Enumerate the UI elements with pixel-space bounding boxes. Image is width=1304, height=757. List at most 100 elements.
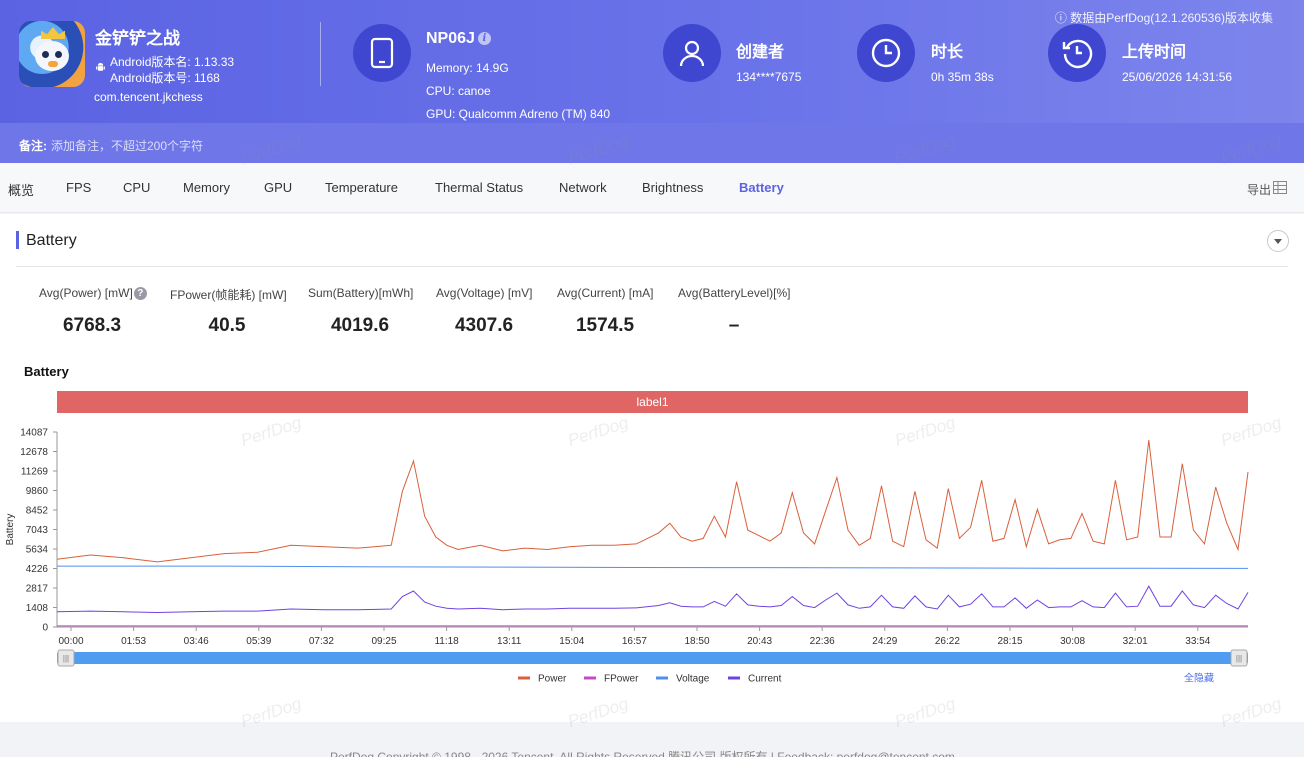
stat-label-sum-battery: Sum(Battery)[mWh]: [308, 286, 414, 300]
game-app-icon: [19, 21, 85, 87]
x-tick-label: 30:08: [1060, 636, 1085, 647]
creator-value: 134****7675: [736, 70, 802, 84]
tab-fps[interactable]: FPS: [66, 180, 91, 195]
x-tick-label: 26:22: [935, 636, 960, 647]
x-tick-label: 22:36: [810, 636, 835, 647]
report-header: 金铲铲之战 Android版本名: 1.13.33 Android版本号: 11…: [0, 0, 1304, 123]
info-circle-icon: ⓘ: [1054, 11, 1071, 25]
x-tick-label: 24:29: [872, 636, 897, 647]
x-tick-label: 03:46: [184, 636, 209, 647]
y-tick-label: 9860: [26, 486, 49, 497]
header-divider: [320, 22, 321, 86]
android-version-code: Android版本号: 1168: [110, 71, 220, 85]
y-tick-label: 0: [42, 623, 48, 634]
legend-item-current[interactable]: Current: [748, 674, 782, 685]
duration-value: 0h 35m 38s: [931, 70, 994, 84]
tab-brightness[interactable]: Brightness: [642, 180, 703, 195]
section-divider: [16, 266, 1288, 267]
stat-value-sum-battery: 4019.6: [330, 315, 390, 336]
section-accent: [16, 231, 19, 249]
y-tick-label: 2817: [26, 584, 49, 595]
y-tick-label: 12678: [20, 447, 48, 458]
series-line-voltage: [57, 565, 1249, 569]
tab-overview[interactable]: 概览: [8, 180, 34, 199]
footer: PerfDog Copyright © 1998 - 2026 Tencent.…: [0, 722, 1304, 757]
y-tick-label: 5634: [26, 545, 49, 556]
series-line-current: [56, 585, 1249, 614]
stat-label-avg-voltage: Avg(Voltage) [mV]: [436, 286, 533, 300]
x-tick-label: 33:54: [1185, 636, 1210, 647]
tab-battery[interactable]: Battery: [739, 180, 784, 195]
legend-item-power[interactable]: Power: [538, 674, 567, 685]
device-name: NP06J: [426, 30, 475, 47]
duration-title: 时长: [931, 44, 964, 61]
stat-label-avg-current: Avg(Current) [mA]: [557, 286, 654, 300]
x-tick-label: 16:57: [622, 636, 647, 647]
phone-icon: [353, 24, 411, 82]
x-tick-label: 09:25: [371, 636, 396, 647]
x-tick-label: 00:00: [58, 636, 83, 647]
game-name: 金铲铲之战: [95, 29, 180, 48]
x-tick-label: 28:15: [997, 636, 1022, 647]
hide-all-button[interactable]: 全隐藏: [1184, 672, 1214, 685]
x-tick-label: 05:39: [246, 636, 271, 647]
chart-title: Battery: [24, 364, 69, 379]
battery-panel: Battery Avg(Power) [mW]? FPower(帧能耗) [mW…: [0, 214, 1304, 722]
stat-value-avg-power: 6768.3: [62, 315, 122, 336]
x-tick-label: 13:11: [497, 636, 522, 647]
x-tick-label: 01:53: [121, 636, 146, 647]
tab-memory[interactable]: Memory: [183, 180, 230, 195]
x-tick-label: 32:01: [1123, 636, 1148, 647]
upload-title: 上传时间: [1122, 44, 1187, 61]
creator-title: 创建者: [736, 44, 785, 61]
legend-item-voltage[interactable]: Voltage: [676, 674, 710, 685]
device-gpu: GPU: Qualcomm Adreno (TM) 840: [426, 107, 611, 121]
tab-temperature[interactable]: Temperature: [325, 180, 398, 195]
tab-cpu[interactable]: CPU: [123, 180, 150, 195]
y-tick-label: 11269: [21, 467, 49, 478]
clock-icon: [857, 24, 915, 82]
y-tick-label: 4226: [26, 564, 49, 575]
y-tick-label: 7043: [26, 525, 49, 536]
source-note: ⓘ 数据由PerfDog(12.1.260536)版本收集: [1054, 11, 1273, 25]
label-bar[interactable]: label1: [57, 391, 1248, 413]
x-tick-label: 18:50: [684, 636, 709, 647]
package-name: com.tencent.jkchess: [94, 90, 203, 104]
stat-value-avg-current: 1574.5: [575, 315, 635, 336]
stat-value-avg-battery-level: –: [728, 315, 740, 336]
stat-label-avg-power: Avg(Power) [mW]?: [39, 286, 147, 301]
x-tick-label: 15:04: [559, 636, 584, 647]
section-title: Battery: [26, 232, 77, 249]
x-tick-label: 20:43: [747, 636, 772, 647]
footer-text: PerfDog Copyright © 1998 - 2026 Tencent.…: [330, 750, 955, 757]
y-tick-label: 14087: [20, 428, 48, 439]
stat-value-fpower: 40.5: [208, 315, 246, 336]
notes-input[interactable]: 添加备注，不超过200个字符: [51, 137, 203, 154]
device-cpu: CPU: canoe: [426, 84, 491, 98]
y-tick-label: 8452: [26, 506, 49, 517]
battery-chart[interactable]: 0 1408 2817 4226 5634 7043 8452 9860 11269 12678 1…: [0, 428, 1304, 718]
export-table-icon[interactable]: [1273, 181, 1287, 194]
y-tick-label: 1408: [26, 603, 49, 614]
collapse-button[interactable]: [1267, 230, 1289, 252]
android-version-name: Android版本名: 1.13.33: [110, 55, 235, 69]
tab-gpu[interactable]: GPU: [264, 180, 292, 195]
tab-thermal-status[interactable]: Thermal Status: [435, 180, 523, 195]
legend-item-fpower[interactable]: FPower: [604, 674, 639, 685]
device-info-icon[interactable]: i: [477, 32, 491, 46]
android-icon: [96, 62, 105, 71]
zoom-slider-track[interactable]: [57, 652, 1248, 664]
x-tick-label: 07:32: [309, 636, 334, 647]
help-icon[interactable]: ?: [133, 287, 147, 301]
device-memory: Memory: 14.9G: [426, 61, 509, 75]
tab-network[interactable]: Network: [559, 180, 607, 195]
zoom-handle-left-grip: |||: [63, 654, 69, 663]
upload-value: 25/06/2026 14:31:56: [1122, 70, 1233, 84]
stat-label-avg-battery-level: Avg(BatteryLevel)[%]: [678, 286, 791, 300]
user-icon: [663, 24, 721, 82]
zoom-handle-right-grip: |||: [1236, 654, 1242, 663]
history-icon: [1048, 24, 1106, 82]
export-button[interactable]: 导出: [1247, 181, 1271, 198]
device-name-row: NP06J i: [426, 30, 491, 48]
series-line-power: [56, 440, 1249, 563]
